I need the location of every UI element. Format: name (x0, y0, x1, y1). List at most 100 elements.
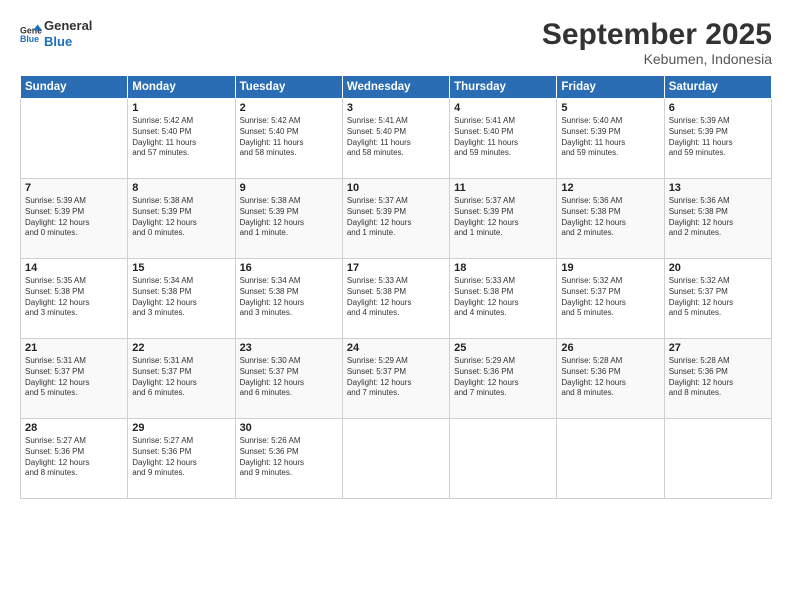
column-header-wednesday: Wednesday (342, 76, 449, 99)
calendar-cell (557, 419, 664, 499)
cell-info: Sunrise: 5:34 AM Sunset: 5:38 PM Dayligh… (132, 276, 230, 319)
cell-info: Sunrise: 5:40 AM Sunset: 5:39 PM Dayligh… (561, 116, 659, 159)
calendar-cell: 1 Sunrise: 5:42 AM Sunset: 5:40 PM Daylig… (128, 99, 235, 179)
day-number: 15 (132, 262, 230, 274)
day-number: 3 (347, 102, 445, 114)
cell-info: Sunrise: 5:28 AM Sunset: 5:36 PM Dayligh… (669, 356, 767, 399)
week-row-1: 1 Sunrise: 5:42 AM Sunset: 5:40 PM Daylig… (21, 99, 772, 179)
calendar-cell: 21 Sunrise: 5:31 AM Sunset: 5:37 PM Dayli… (21, 339, 128, 419)
calendar-cell: 19 Sunrise: 5:32 AM Sunset: 5:37 PM Dayli… (557, 259, 664, 339)
calendar-cell: 29Sunrise: 5:27 AM Sunset: 5:36 PM Dayli… (128, 419, 235, 499)
day-number: 5 (561, 102, 659, 114)
calendar-cell: 11 Sunrise: 5:37 AM Sunset: 5:39 PM Dayli… (450, 179, 557, 259)
column-header-saturday: Saturday (664, 76, 771, 99)
cell-info: Sunrise: 5:39 AM Sunset: 5:39 PM Dayligh… (669, 116, 767, 159)
column-header-tuesday: Tuesday (235, 76, 342, 99)
cell-info: Sunrise: 5:35 AM Sunset: 5:38 PM Dayligh… (25, 276, 123, 319)
week-row-5: 28 Sunrise: 5:27 AM Sunset: 5:36 PM Dayli… (21, 419, 772, 499)
header: General Blue General Blue September 2025… (20, 18, 772, 67)
day-number: 25 (454, 342, 552, 354)
column-header-friday: Friday (557, 76, 664, 99)
day-number: 8 (132, 182, 230, 194)
day-number: 23 (240, 342, 338, 354)
calendar-cell: 23 Sunrise: 5:30 AM Sunset: 5:37 PM Dayli… (235, 339, 342, 419)
calendar-cell: 28Sunrise: 5:27 AM Sunset: 5:36 PM Dayli… (21, 419, 128, 499)
column-header-sunday: Sunday (21, 76, 128, 99)
calendar-cell: 3Sunrise: 5:41 AM Sunset: 5:40 PM Daylig… (342, 99, 449, 179)
cell-info: Sunrise: 5:36 AM Sunset: 5:38 PM Dayligh… (669, 196, 767, 239)
cell-info: Sunrise: 5:38 AM Sunset: 5:39 PM Dayligh… (132, 196, 230, 239)
day-number: 30 (240, 422, 338, 434)
calendar-cell: 27 Sunrise: 5:28 AM Sunset: 5:36 PM Dayli… (664, 339, 771, 419)
cell-info: Sunrise: 5:33 AM Sunset: 5:38 PM Dayligh… (347, 276, 445, 319)
day-number: 4 (454, 102, 552, 114)
day-number: 21 (25, 342, 123, 354)
calendar-cell: 14Sunrise: 5:35 AM Sunset: 5:38 PM Dayli… (21, 259, 128, 339)
day-number: 24 (347, 342, 445, 354)
cell-info: Sunrise: 5:31 AM Sunset: 5:37 PM Dayligh… (132, 356, 230, 399)
day-number: 17 (347, 262, 445, 274)
calendar-cell: 4 Sunrise: 5:41 AM Sunset: 5:40 PM Daylig… (450, 99, 557, 179)
calendar-cell: 25 Sunrise: 5:29 AM Sunset: 5:36 PM Dayli… (450, 339, 557, 419)
cell-info: Sunrise: 5:29 AM Sunset: 5:37 PM Dayligh… (347, 356, 445, 399)
calendar-page: General Blue General Blue September 2025… (0, 0, 792, 612)
calendar-cell: 18Sunrise: 5:33 AM Sunset: 5:38 PM Dayli… (450, 259, 557, 339)
day-number: 20 (669, 262, 767, 274)
cell-info: Sunrise: 5:33 AM Sunset: 5:38 PM Dayligh… (454, 276, 552, 319)
calendar-cell: 10Sunrise: 5:37 AM Sunset: 5:39 PM Dayli… (342, 179, 449, 259)
calendar-cell: 6 Sunrise: 5:39 AM Sunset: 5:39 PM Daylig… (664, 99, 771, 179)
cell-info: Sunrise: 5:41 AM Sunset: 5:40 PM Dayligh… (454, 116, 552, 159)
header-row: SundayMondayTuesdayWednesdayThursdayFrid… (21, 76, 772, 99)
cell-info: Sunrise: 5:37 AM Sunset: 5:39 PM Dayligh… (454, 196, 552, 239)
day-number: 19 (561, 262, 659, 274)
cell-info: Sunrise: 5:26 AM Sunset: 5:36 PM Dayligh… (240, 436, 338, 479)
calendar-cell: 9Sunrise: 5:38 AM Sunset: 5:39 PM Daylig… (235, 179, 342, 259)
calendar-cell: 13 Sunrise: 5:36 AM Sunset: 5:38 PM Dayli… (664, 179, 771, 259)
day-number: 27 (669, 342, 767, 354)
day-number: 2 (240, 102, 338, 114)
cell-info: Sunrise: 5:32 AM Sunset: 5:37 PM Dayligh… (561, 276, 659, 319)
logo-icon: General Blue (20, 23, 42, 45)
day-number: 28 (25, 422, 123, 434)
logo-blue: Blue (44, 34, 92, 50)
calendar-cell: 5 Sunrise: 5:40 AM Sunset: 5:39 PM Daylig… (557, 99, 664, 179)
calendar-cell (664, 419, 771, 499)
calendar-table: SundayMondayTuesdayWednesdayThursdayFrid… (20, 75, 772, 499)
calendar-cell: 15 Sunrise: 5:34 AM Sunset: 5:38 PM Dayli… (128, 259, 235, 339)
day-number: 16 (240, 262, 338, 274)
cell-info: Sunrise: 5:32 AM Sunset: 5:37 PM Dayligh… (669, 276, 767, 319)
day-number: 1 (132, 102, 230, 114)
calendar-cell (450, 419, 557, 499)
calendar-cell: 2Sunrise: 5:42 AM Sunset: 5:40 PM Daylig… (235, 99, 342, 179)
day-number: 6 (669, 102, 767, 114)
column-header-monday: Monday (128, 76, 235, 99)
svg-text:Blue: Blue (20, 34, 39, 44)
calendar-cell: 24 Sunrise: 5:29 AM Sunset: 5:37 PM Dayli… (342, 339, 449, 419)
week-row-4: 21 Sunrise: 5:31 AM Sunset: 5:37 PM Dayli… (21, 339, 772, 419)
column-header-thursday: Thursday (450, 76, 557, 99)
cell-info: Sunrise: 5:42 AM Sunset: 5:40 PM Dayligh… (132, 116, 230, 159)
calendar-cell (21, 99, 128, 179)
calendar-cell: 30 Sunrise: 5:26 AM Sunset: 5:36 PM Dayli… (235, 419, 342, 499)
cell-info: Sunrise: 5:28 AM Sunset: 5:36 PM Dayligh… (561, 356, 659, 399)
calendar-cell: 22 Sunrise: 5:31 AM Sunset: 5:37 PM Dayli… (128, 339, 235, 419)
week-row-2: 7Sunrise: 5:39 AM Sunset: 5:39 PM Daylig… (21, 179, 772, 259)
cell-info: Sunrise: 5:37 AM Sunset: 5:39 PM Dayligh… (347, 196, 445, 239)
logo-general: General (44, 18, 92, 34)
calendar-cell: 17 Sunrise: 5:33 AM Sunset: 5:38 PM Dayli… (342, 259, 449, 339)
cell-info: Sunrise: 5:36 AM Sunset: 5:38 PM Dayligh… (561, 196, 659, 239)
day-number: 13 (669, 182, 767, 194)
cell-info: Sunrise: 5:31 AM Sunset: 5:37 PM Dayligh… (25, 356, 123, 399)
cell-info: Sunrise: 5:30 AM Sunset: 5:37 PM Dayligh… (240, 356, 338, 399)
calendar-cell: 26 Sunrise: 5:28 AM Sunset: 5:36 PM Dayli… (557, 339, 664, 419)
cell-info: Sunrise: 5:29 AM Sunset: 5:36 PM Dayligh… (454, 356, 552, 399)
day-number: 11 (454, 182, 552, 194)
week-row-3: 14Sunrise: 5:35 AM Sunset: 5:38 PM Dayli… (21, 259, 772, 339)
calendar-cell: 12Sunrise: 5:36 AM Sunset: 5:38 PM Dayli… (557, 179, 664, 259)
day-number: 22 (132, 342, 230, 354)
day-number: 26 (561, 342, 659, 354)
calendar-cell: 7Sunrise: 5:39 AM Sunset: 5:39 PM Daylig… (21, 179, 128, 259)
calendar-cell: 8 Sunrise: 5:38 AM Sunset: 5:39 PM Daylig… (128, 179, 235, 259)
cell-info: Sunrise: 5:27 AM Sunset: 5:36 PM Dayligh… (132, 436, 230, 479)
day-number: 9 (240, 182, 338, 194)
